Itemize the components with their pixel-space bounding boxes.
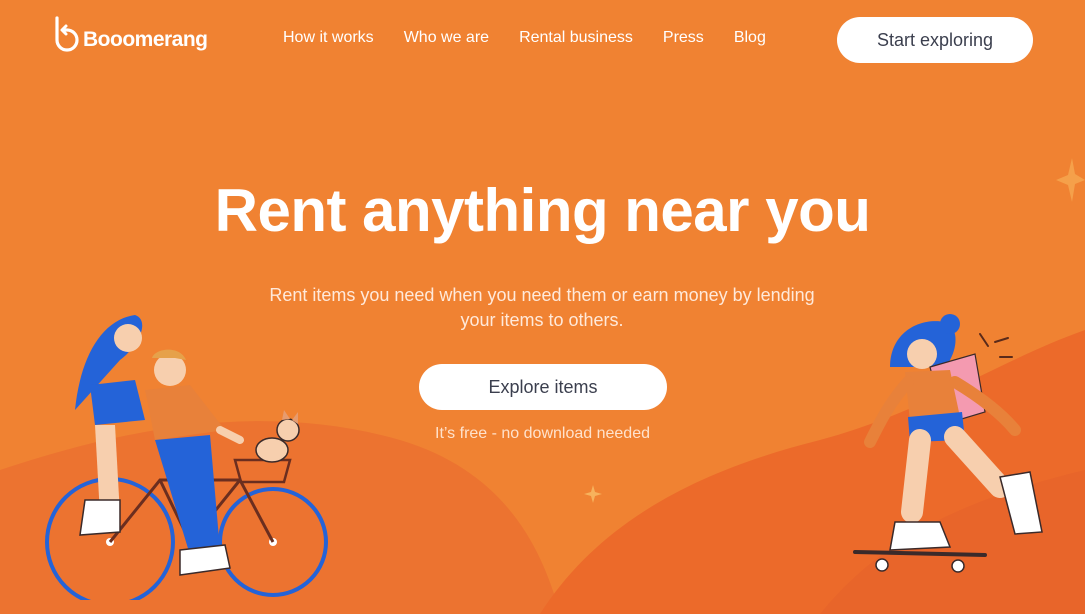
site-header: Booomerang How it works Who we are Renta… [0,0,1085,80]
boomerang-logo-icon [55,16,79,52]
logo-text: Booomerang [83,28,208,51]
bike-riders-illustration [45,315,328,600]
nav-blog[interactable]: Blog [734,27,766,49]
nav-rental-business[interactable]: Rental business [519,27,633,49]
star-icon [584,485,602,503]
logo[interactable]: Booomerang [52,16,208,52]
main-nav: How it works Who we are Rental business … [283,27,766,49]
explore-items-button[interactable]: Explore items [419,364,667,410]
nav-who-we-are[interactable]: Who we are [404,27,489,49]
hero-title: Rent anything near you [214,177,871,244]
nav-how-it-works[interactable]: How it works [283,27,374,49]
start-exploring-button[interactable]: Start exploring [837,17,1033,63]
skateboarder-illustration [853,314,1043,573]
nav-press[interactable]: Press [663,27,704,49]
hero-subtitle: Rent items you need when you need them o… [269,285,815,330]
